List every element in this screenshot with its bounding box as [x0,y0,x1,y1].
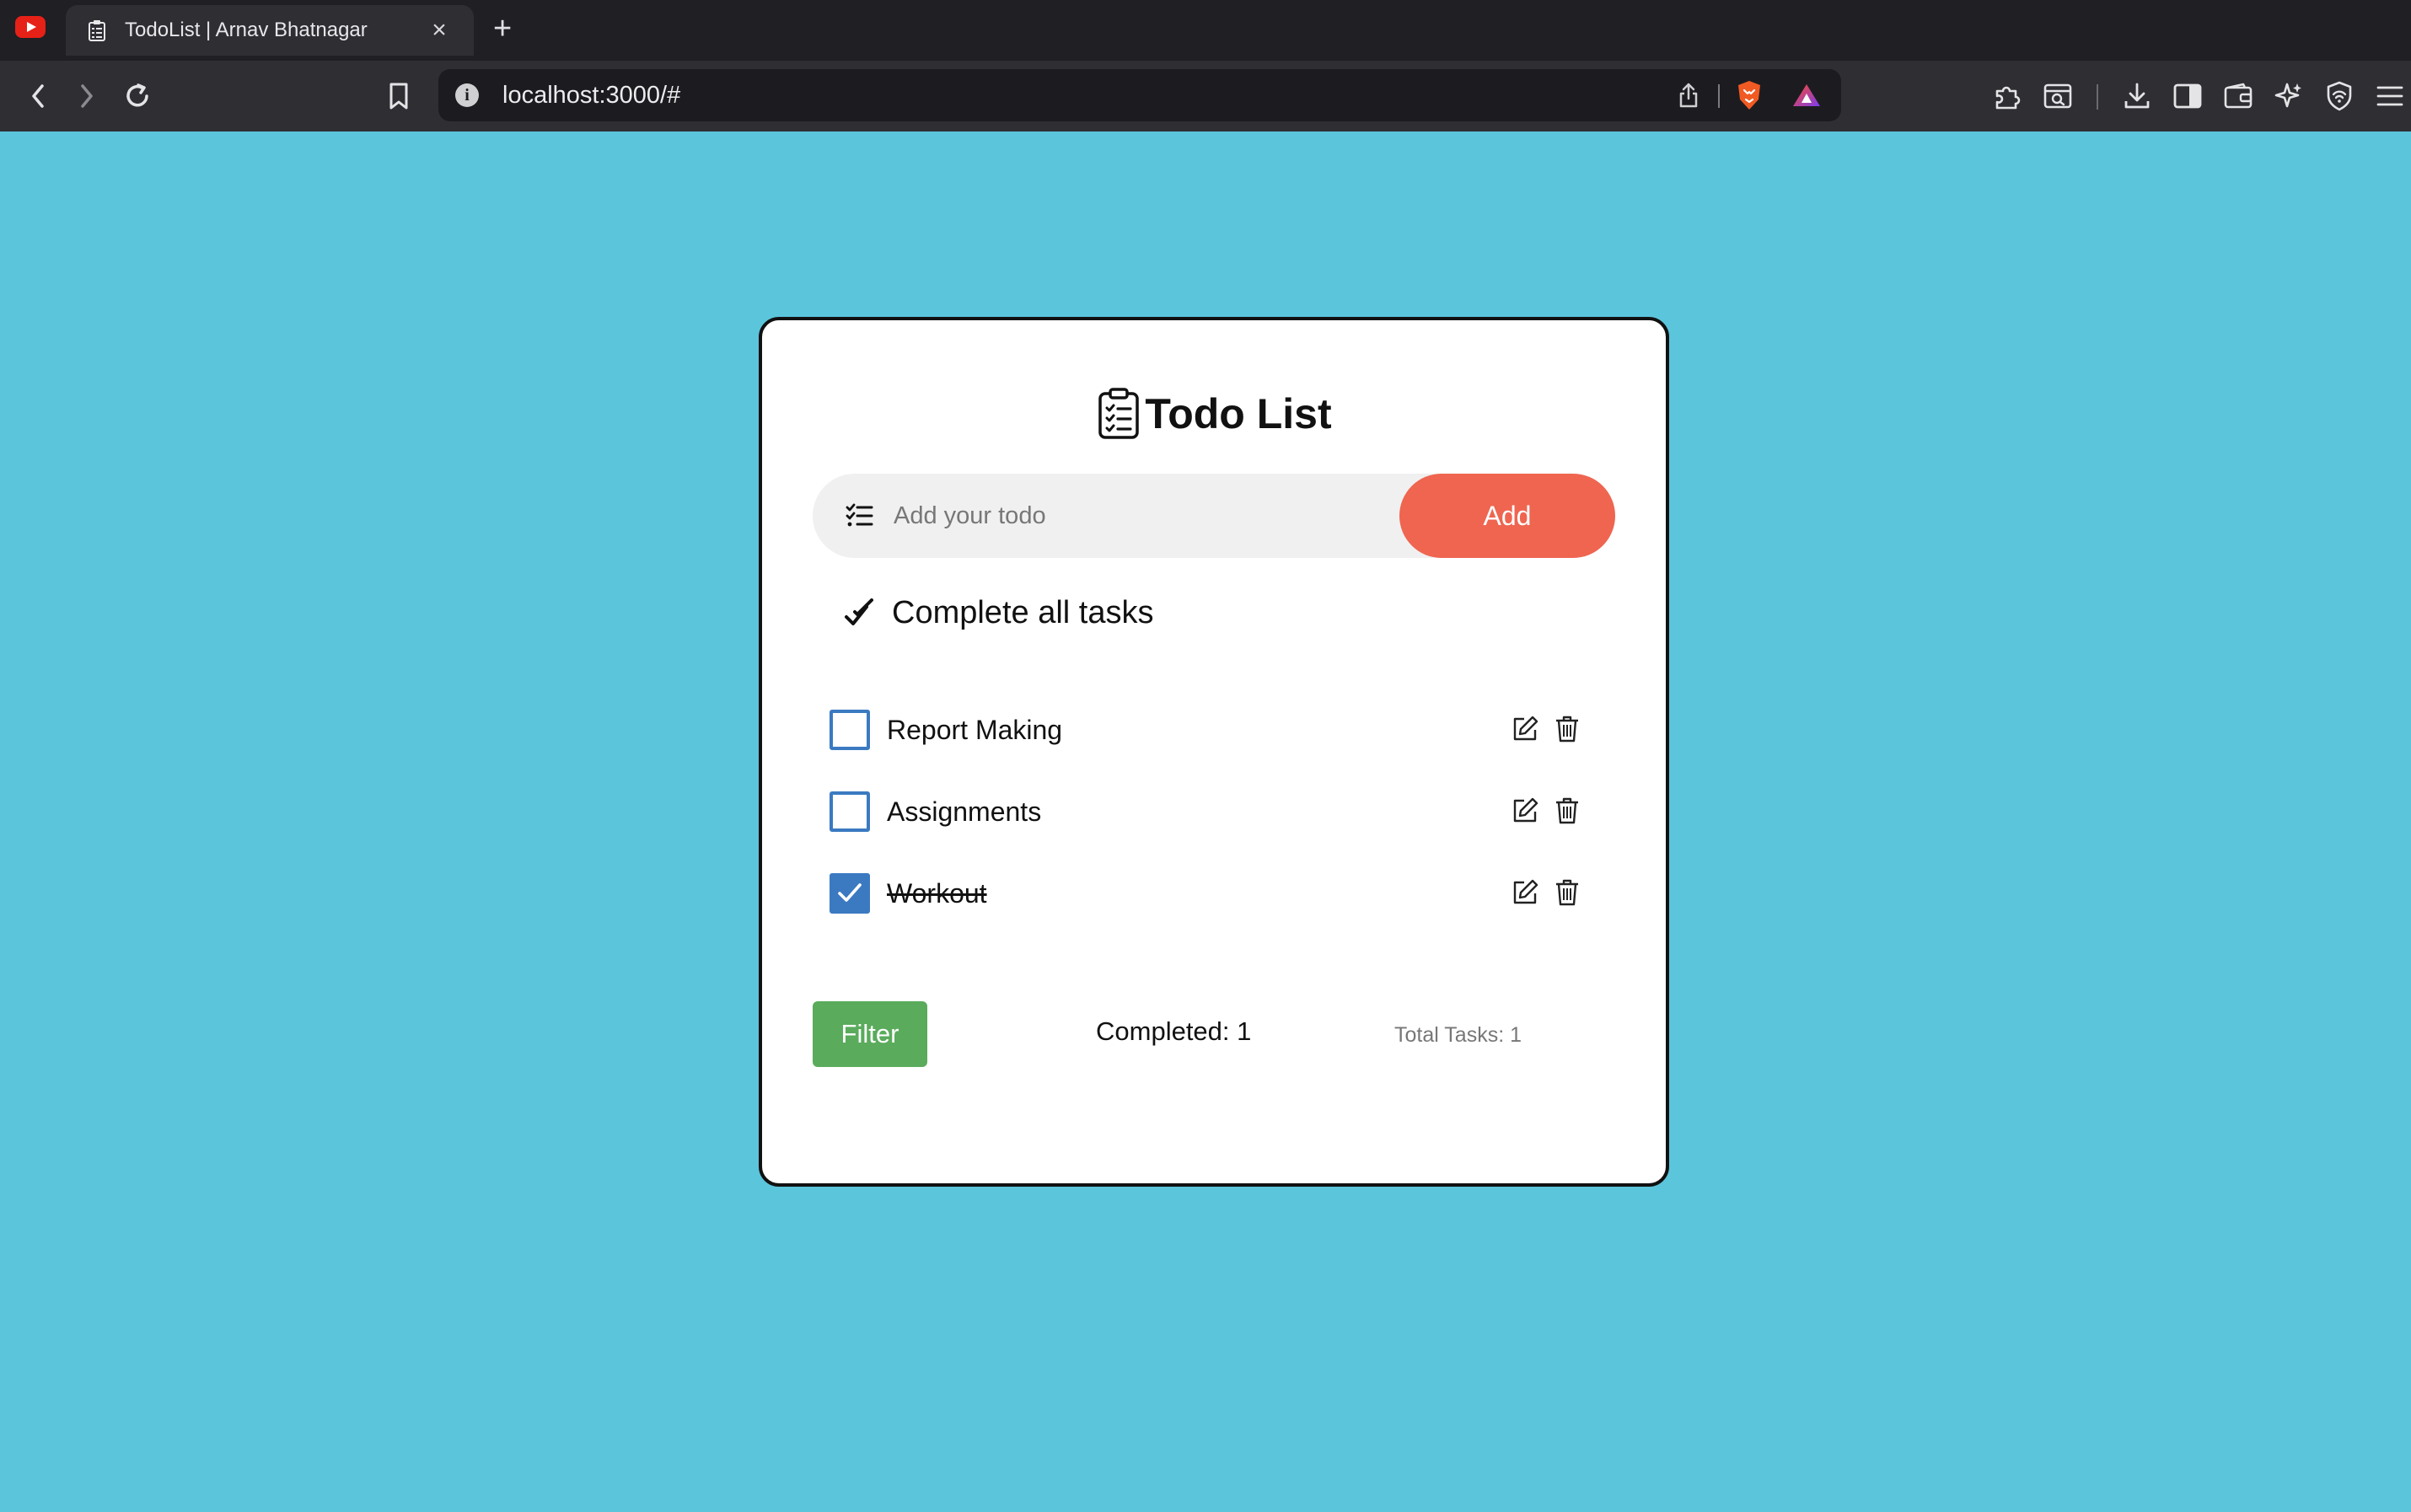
clipboard-favicon-icon [86,19,108,42]
todo-checkbox-checked[interactable] [830,873,870,914]
toolbar-divider [2097,84,2098,110]
todo-label: Assignments [887,796,1042,827]
urlbar-divider [1718,84,1720,108]
puzzle-piece-icon [1995,86,2021,110]
todo-item: Report Making [830,706,1605,753]
todo-header: Todo List [762,388,1666,440]
hamburger-menu-icon [2376,86,2403,106]
checklist-icon [846,503,873,527]
sidebar-toggle-button[interactable] [2167,61,2209,131]
todo-checkbox[interactable] [830,710,870,750]
youtube-icon [15,16,46,38]
share-button[interactable] [1669,69,1708,121]
tab-close-icon[interactable]: × [425,16,454,45]
back-button[interactable] [17,61,59,131]
double-check-icon [845,598,873,625]
wallet-icon [2224,83,2253,109]
share-icon [1679,83,1698,108]
browser-tab-active[interactable]: TodoList | Arnav Bhatnagar × [66,5,474,56]
brave-rewards-button[interactable] [1787,69,1826,121]
todo-label: Workout [887,878,987,909]
edit-icon[interactable] [1511,796,1539,825]
chevron-right-icon [81,84,93,108]
complete-all-label: Complete all tasks [892,595,1154,630]
vpn-button[interactable] [2318,61,2360,131]
edit-icon[interactable] [1511,715,1539,743]
reload-icon [126,83,148,107]
trash-icon[interactable] [1555,878,1580,907]
downloads-button[interactable] [2116,61,2158,131]
sidebar-icon [2173,83,2202,109]
reload-button[interactable] [116,61,158,131]
pinned-tab-youtube[interactable] [0,0,61,54]
trash-icon[interactable] [1555,715,1580,743]
edit-icon[interactable] [1511,878,1539,907]
vpn-shield-icon [2327,81,2352,111]
add-todo-form: Add [813,474,1615,558]
site-info-icon[interactable]: i [455,83,479,107]
chevron-left-icon [32,84,44,108]
brave-lion-icon [1738,81,1760,110]
todo-checkbox[interactable] [830,791,870,832]
leo-ai-button[interactable] [2268,61,2310,131]
address-bar[interactable]: i localhost:3000/# [438,69,1841,121]
filter-button[interactable]: Filter [813,1001,927,1067]
tab-title: TodoList | Arnav Bhatnagar [125,19,368,41]
todo-label: Report Making [887,715,1063,745]
new-tab-button[interactable]: + [493,10,512,47]
add-button[interactable]: Add [1399,474,1615,558]
brave-rewards-triangle-icon [1793,84,1820,106]
brave-shields-button[interactable] [1730,69,1769,121]
browser-tab-bar: TodoList | Arnav Bhatnagar × + [0,0,2411,61]
sparkle-star-icon [2274,83,2301,108]
browser-toolbar: i localhost:3000/# [0,61,2411,131]
clipboard-list-icon [1098,388,1140,439]
download-icon [2124,83,2150,109]
wallet-button[interactable] [2217,61,2259,131]
reader-mode-button[interactable] [2037,61,2079,131]
todo-card: Todo List Add Complete all tasks Report … [759,317,1669,1187]
menu-button[interactable] [2369,61,2411,131]
page-search-icon [2043,83,2072,109]
trash-icon[interactable] [1555,796,1580,825]
total-tasks-count: Total Tasks: 1 [1394,1023,1522,1047]
bookmark-icon [389,83,408,110]
todo-item: Assignments [830,788,1605,835]
checkmark-icon [838,883,862,902]
forward-button[interactable] [66,61,108,131]
todo-item: Workout [830,870,1605,917]
url-text[interactable]: localhost:3000/# [502,69,680,121]
page-title: Todo List [1145,390,1332,437]
todo-input[interactable] [894,491,1366,541]
completed-count: Completed: 1 [1096,1016,1252,1046]
bookmark-button[interactable] [378,61,420,131]
extensions-button[interactable] [1986,61,2028,131]
complete-all-button[interactable]: Complete all tasks [843,595,1153,631]
